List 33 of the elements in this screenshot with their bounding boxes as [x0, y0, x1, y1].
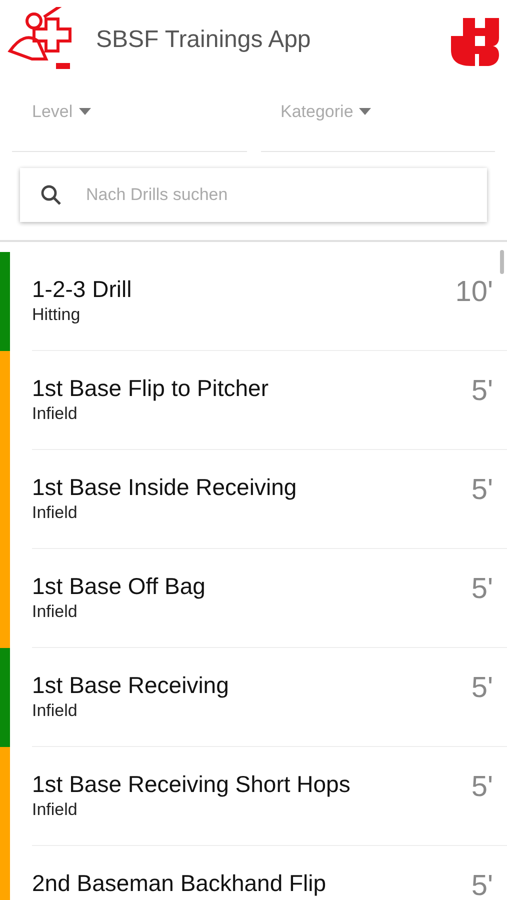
drill-item[interactable]: 1st Base Off Bag Infield 5' — [0, 549, 507, 648]
drill-duration: 5' — [471, 672, 493, 705]
drill-item[interactable]: 1-2-3 Drill Hitting 10' — [0, 252, 507, 351]
drill-category: Infield — [32, 404, 78, 424]
drill-category: Infield — [32, 503, 78, 523]
search-bar[interactable]: Nach Drills suchen — [20, 168, 487, 222]
drill-duration: 5' — [471, 375, 493, 408]
drill-duration: 5' — [471, 474, 493, 507]
drill-item[interactable]: 1st Base Receiving Short Hops Infield 5' — [0, 747, 507, 846]
search-icon — [40, 184, 62, 206]
caret-icon — [359, 108, 372, 115]
drill-title: 1st Base Inside Receiving — [32, 474, 298, 501]
drill-title: 1st Base Receiving — [32, 672, 230, 699]
drill-duration: 5' — [471, 573, 493, 606]
drill-category: Infield — [32, 701, 78, 721]
drill-title: 1-2-3 Drill — [32, 276, 133, 303]
caret-icon — [78, 108, 91, 115]
drill-category: Hitting — [32, 305, 82, 325]
search-input[interactable]: Nach Drills suchen — [84, 184, 467, 206]
drill-category: Infield — [32, 602, 78, 622]
drill-title: 1st Base Flip to Pitcher — [32, 375, 270, 402]
app-title: SBSF Trainings App — [96, 26, 312, 54]
drill-item[interactable]: 1st Base Flip to Pitcher Infield 5' — [0, 351, 507, 450]
drill-title: 1st Base Off Bag — [32, 573, 206, 600]
drill-item[interactable]: 1st Base Receiving Infield 5' — [0, 648, 507, 747]
drill-title: 1st Base Receiving Short Hops — [32, 771, 352, 798]
drill-duration: 5' — [471, 870, 493, 900]
drill-duration: 5' — [471, 771, 493, 804]
drill-item[interactable]: 1st Base Inside Receiving Infield 5' — [0, 450, 507, 549]
drill-category: Infield — [32, 800, 78, 820]
drill-duration: 10' — [455, 276, 493, 309]
drill-title: 2nd Baseman Backhand Flip — [32, 870, 328, 897]
drill-item[interactable]: 2nd Baseman Backhand Flip 5' — [0, 846, 507, 900]
